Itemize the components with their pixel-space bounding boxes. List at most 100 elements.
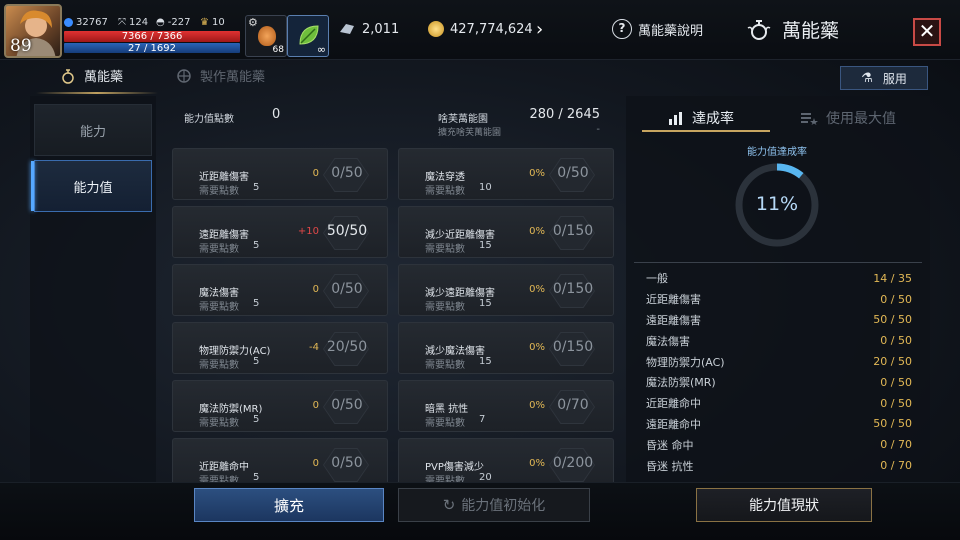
- reset-label: 能力值初始化: [461, 498, 546, 514]
- side-item-ability[interactable]: 能力: [34, 104, 152, 156]
- orb-icon: [64, 18, 73, 27]
- stat-name: 近距離命中: [199, 462, 249, 473]
- points-value: 0: [272, 107, 281, 122]
- need-points-label: 需要點數: [425, 186, 465, 197]
- stat-card[interactable]: 近距離命中 需要點數 5 0 0/50: [172, 438, 388, 482]
- expand-button[interactable]: 擴充: [194, 488, 384, 522]
- crystal-currency: 2,011: [338, 14, 428, 44]
- need-points-label: 需要點數: [425, 360, 465, 371]
- stat-card[interactable]: 暗黑 抗性 需要點數 7 0% 0/70: [398, 380, 614, 432]
- leaf-slot[interactable]: ∞: [287, 15, 329, 57]
- stat-name: 暗黑 抗性: [425, 404, 469, 415]
- tab-elixir[interactable]: 萬能藥: [58, 66, 123, 85]
- craft-icon: [177, 68, 191, 83]
- refresh-icon: ↻: [442, 496, 456, 514]
- expand-label: 擴充: [273, 496, 304, 515]
- achievement-row-value: 0 / 50: [880, 396, 912, 410]
- stat-progress: 50/50: [326, 223, 368, 239]
- tab-max-label: 使用最大值: [826, 111, 896, 127]
- hp-bar: 7366 / 7366: [64, 31, 240, 42]
- use-button[interactable]: ⚗ 服用: [840, 66, 928, 90]
- potion-icon: [258, 26, 276, 46]
- achievement-row: 物理防禦力(AC) 20 / 50: [634, 351, 922, 372]
- stat-card[interactable]: 魔法穿透 需要點數 10 0% 0/50: [398, 148, 614, 200]
- rate-tab-underline: [642, 130, 770, 132]
- potion-slot[interactable]: ⚙ 68: [245, 15, 287, 57]
- stat-progress: 0/150: [552, 223, 594, 239]
- stat-card[interactable]: 魔法防禦(MR) 需要點數 5 0 0/50: [172, 380, 388, 432]
- stat-name: 減少魔法傷害: [425, 346, 485, 357]
- stats-status-button[interactable]: 能力值現狀: [696, 488, 872, 522]
- stat-card[interactable]: 減少遠距離傷害 需要點數 15 0% 0/150: [398, 264, 614, 316]
- stat-name: 遠距離傷害: [199, 230, 249, 241]
- tab-rate-label: 達成率: [692, 111, 734, 127]
- reset-stats-button[interactable]: ↻ 能力值初始化: [398, 488, 590, 522]
- achievement-row-value: 0 / 50: [880, 375, 912, 389]
- stat-name: 魔法傷害: [199, 288, 239, 299]
- need-points-label: 需要點數: [425, 418, 465, 429]
- achievement-row-value: 0 / 50: [880, 292, 912, 306]
- crystal-icon: [340, 24, 354, 34]
- stats-panel: 能力值點數 0 啥芙萬能園 擴充啥芙萬能園 280 / 2645 - 近距離傷害…: [166, 96, 618, 482]
- status-label: 能力值現狀: [749, 498, 819, 514]
- stat-name: PVP傷害減少: [425, 462, 484, 473]
- stat-progress: 0/150: [552, 339, 594, 355]
- need-points-value: 15: [479, 298, 492, 309]
- achievement-row-label: 近距離命中: [646, 397, 701, 411]
- chevron-right-icon[interactable]: ›: [536, 19, 543, 40]
- stat-trophy: ♛ 10: [200, 17, 225, 28]
- need-points-value: 20: [479, 472, 492, 482]
- stat-card[interactable]: 減少魔法傷害 需要點數 15 0% 0/150: [398, 322, 614, 374]
- close-icon: ✕: [918, 19, 936, 43]
- side-item-ability-value-label: 能力值: [73, 180, 113, 196]
- achievement-row-label: 魔法防禦(MR): [646, 376, 716, 390]
- potion-count: 68: [272, 45, 284, 55]
- achievement-row-value: 50 / 50: [873, 417, 912, 431]
- hp-text: 7366 / 7366: [121, 31, 183, 42]
- stat-card[interactable]: 近距離傷害 需要點數 5 0 0/50: [172, 148, 388, 200]
- achievement-row: 魔法傷害 0 / 50: [634, 330, 922, 351]
- stat-progress: 0/50: [557, 165, 589, 181]
- need-points-label: 需要點數: [425, 244, 465, 255]
- gear-icon: ⚙: [248, 16, 258, 29]
- achievement-row: 昏迷 抗性 0 / 70: [634, 455, 922, 476]
- achievement-row: 近距離命中 0 / 50: [634, 393, 922, 414]
- achievement-row: 遠距離命中 50 / 50: [634, 414, 922, 435]
- achievement-row-label: 一般: [646, 272, 668, 286]
- need-points-value: 15: [479, 356, 492, 367]
- stat-blue-value: 32767: [76, 17, 108, 28]
- stat-card[interactable]: 物理防禦力(AC) 需要點數 5 -4 20/50: [172, 322, 388, 374]
- achievement-row: 遠距離傷害 50 / 50: [634, 310, 922, 331]
- tab-craft-elixir[interactable]: 製作萬能藥: [174, 66, 265, 85]
- help-button[interactable]: ? 萬能藥說明: [612, 19, 703, 39]
- stat-name: 減少近距離傷害: [425, 230, 495, 241]
- infinity-label: ∞: [316, 43, 326, 56]
- stat-helmet: ◓ -227: [156, 17, 190, 28]
- elixir-icon: [747, 19, 771, 40]
- elixir-tab-icon: [62, 68, 74, 84]
- player-level: 89: [10, 36, 32, 56]
- stat-card[interactable]: 魔法傷害 需要點數 5 0 0/50: [172, 264, 388, 316]
- stat-card[interactable]: PVP傷害減少 需要點數 20 0% 0/200: [398, 438, 614, 482]
- close-button[interactable]: ✕: [913, 18, 941, 46]
- need-points-value: 5: [253, 414, 260, 425]
- side-item-ability-value[interactable]: 能力值: [31, 160, 152, 212]
- stat-progress: 0/50: [331, 281, 363, 297]
- tab-max-usage[interactable]: 使用最大值: [800, 108, 896, 128]
- tab-craft-label: 製作萬能藥: [200, 70, 266, 85]
- tab-achievement-rate[interactable]: 達成率: [668, 108, 734, 128]
- range-label: 啥芙萬能園: [438, 114, 488, 125]
- need-points-label: 需要點數: [199, 360, 239, 371]
- achievement-row: 近距離傷害 0 / 50: [634, 289, 922, 310]
- achievement-row-label: 昏迷 命中: [646, 438, 694, 452]
- achievement-row-value: 50 / 50: [873, 313, 912, 327]
- stat-card[interactable]: 遠距離傷害 需要點數 5 +10 50/50: [172, 206, 388, 258]
- stat-progress: 20/50: [326, 339, 368, 355]
- achievement-row-value: 14 / 35: [873, 271, 912, 285]
- achievement-row-label: 昏迷 抗性: [646, 459, 694, 473]
- achievement-percent: 11%: [755, 193, 799, 215]
- stat-card[interactable]: 減少近距離傷害 需要點數 15 0% 0/150: [398, 206, 614, 258]
- achievement-row-value: 0 / 70: [880, 459, 912, 473]
- achievement-row-value: 20 / 50: [873, 355, 912, 369]
- stat-bow: ⤧ 124: [118, 17, 148, 28]
